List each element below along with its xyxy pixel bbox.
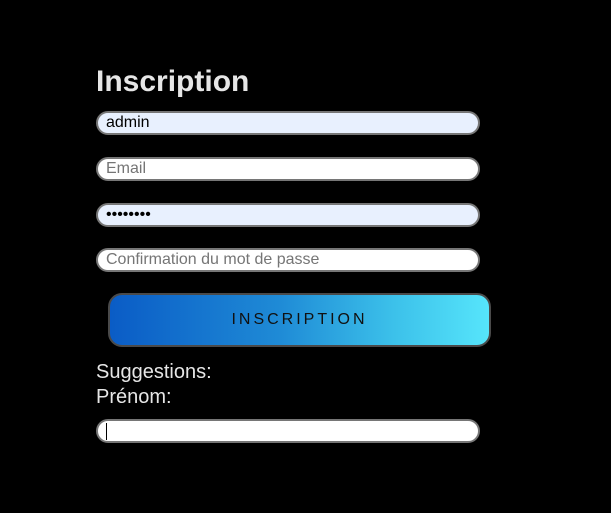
text-cursor (106, 423, 107, 440)
suggestions-label: Suggestions: (96, 361, 212, 383)
username-field[interactable] (96, 111, 480, 135)
confirm-password-field[interactable] (96, 248, 480, 272)
prenom-label: Prénom: (96, 386, 172, 408)
email-field[interactable] (96, 157, 480, 181)
prenom-field[interactable] (96, 419, 480, 443)
inscription-button[interactable]: Inscription (108, 293, 491, 347)
password-field[interactable] (96, 203, 480, 227)
signup-form: Inscription Inscription Suggestions: Pré… (96, 64, 491, 443)
page-title: Inscription (96, 65, 250, 98)
